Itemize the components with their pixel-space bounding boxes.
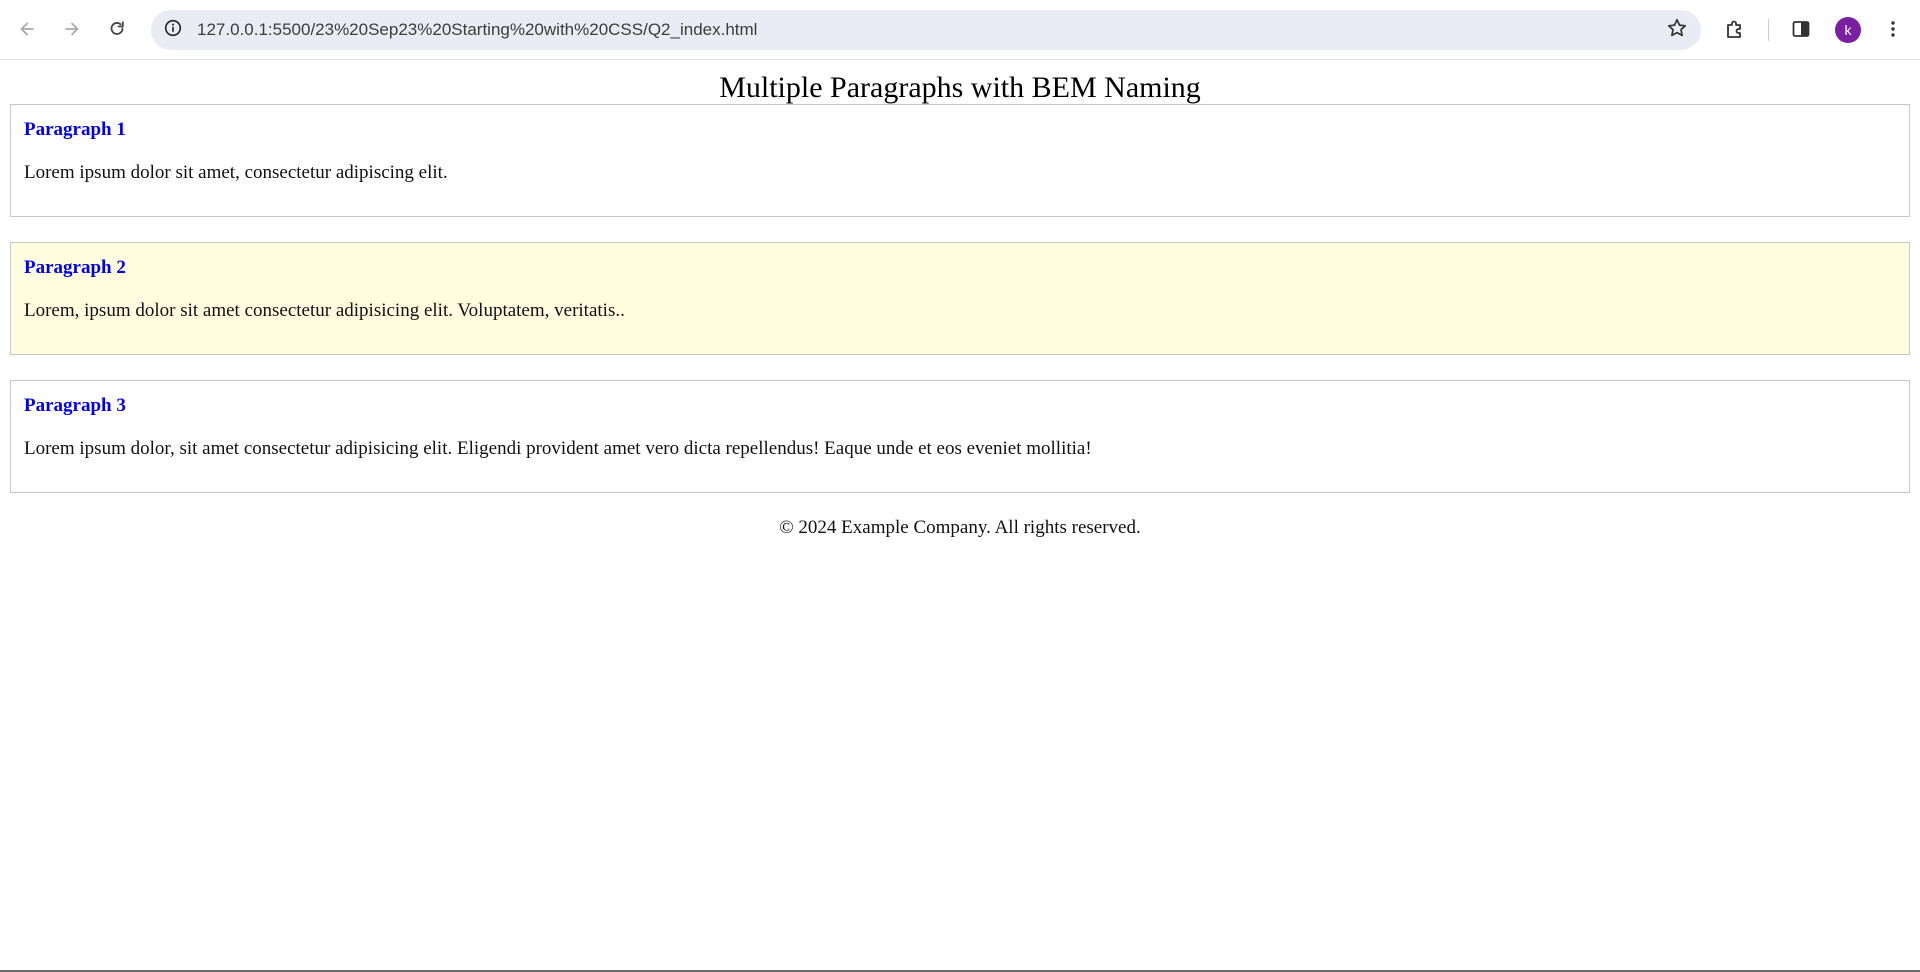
paragraph-card: Paragraph 3 Lorem ipsum dolor, sit amet … bbox=[10, 380, 1910, 493]
card-text: Lorem, ipsum dolor sit amet consectetur … bbox=[24, 300, 625, 321]
arrow-right-icon bbox=[62, 19, 82, 39]
extensions-button[interactable] bbox=[1717, 11, 1753, 47]
site-info-button[interactable] bbox=[159, 16, 187, 44]
url-text[interactable]: 127.0.0.1:5500/23%20Sep23%20Starting%20w… bbox=[197, 10, 757, 50]
reload-button[interactable] bbox=[99, 11, 135, 47]
footer-copyright: © 2024 Example Company. All rights reser… bbox=[779, 517, 1141, 538]
profile-avatar[interactable]: k bbox=[1835, 17, 1861, 43]
page-title: Multiple Paragraphs with BEM Naming bbox=[719, 71, 1201, 104]
card-text: Lorem ipsum dolor sit amet, consectetur … bbox=[24, 162, 448, 183]
page-content: Multiple Paragraphs with BEM Naming Para… bbox=[0, 60, 1920, 972]
menu-button[interactable] bbox=[1875, 11, 1911, 47]
address-bar[interactable]: 127.0.0.1:5500/23%20Sep23%20Starting%20w… bbox=[151, 10, 1701, 50]
card-title: Paragraph 1 bbox=[24, 119, 126, 140]
side-panel-icon bbox=[1790, 18, 1812, 40]
bookmark-button[interactable] bbox=[1663, 16, 1691, 44]
paragraph-card: Paragraph 1 Lorem ipsum dolor sit amet, … bbox=[10, 104, 1910, 217]
arrow-left-icon bbox=[17, 19, 37, 39]
back-button[interactable] bbox=[9, 11, 45, 47]
forward-button[interactable] bbox=[54, 11, 90, 47]
kebab-menu-icon bbox=[1883, 19, 1903, 39]
star-icon bbox=[1666, 17, 1688, 44]
puzzle-icon bbox=[1724, 18, 1746, 40]
card-text: Lorem ipsum dolor, sit amet consectetur … bbox=[24, 438, 1092, 459]
card-title: Paragraph 2 bbox=[24, 257, 126, 278]
toolbar-divider bbox=[1768, 19, 1769, 41]
browser-toolbar: 127.0.0.1:5500/23%20Sep23%20Starting%20w… bbox=[0, 0, 1920, 60]
info-icon bbox=[164, 19, 182, 42]
card-title: Paragraph 3 bbox=[24, 395, 126, 416]
reload-icon bbox=[107, 19, 127, 39]
paragraph-card-highlighted: Paragraph 2 Lorem, ipsum dolor sit amet … bbox=[10, 242, 1910, 355]
side-panel-button[interactable] bbox=[1783, 11, 1819, 47]
